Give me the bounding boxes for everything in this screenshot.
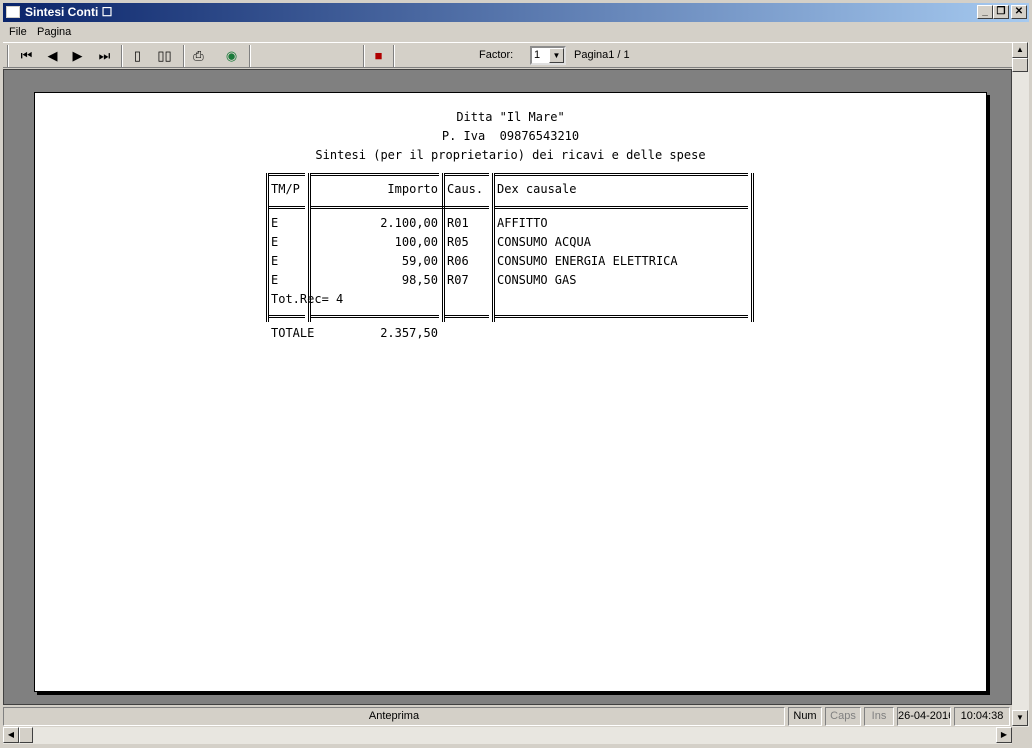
report-page: Ditta "Il Mare" P. Iva 09876543210 Sinte… bbox=[34, 92, 987, 692]
table-border bbox=[492, 173, 495, 322]
status-time: 10:04:38 bbox=[954, 707, 1010, 726]
horizontal-scroll-thumb[interactable] bbox=[19, 727, 33, 743]
cell-caus: R05 bbox=[447, 235, 469, 249]
cell-tmp: E bbox=[271, 235, 279, 249]
toolbar-separator bbox=[249, 45, 251, 67]
col-header-tmp: TM/P bbox=[271, 182, 300, 196]
page-indicator: Pagina1 / 1 bbox=[574, 49, 630, 61]
total-value: 2.357,50 bbox=[380, 326, 438, 340]
status-mode: Anteprima bbox=[3, 707, 785, 726]
cell-dex: AFFITTO bbox=[497, 216, 548, 230]
cell-dex: CONSUMO GAS bbox=[497, 273, 577, 287]
scroll-up-icon[interactable]: ▲ bbox=[1012, 42, 1028, 58]
menu-pagina[interactable]: Pagina bbox=[37, 23, 71, 42]
double-page-icon[interactable]: ▯▯ bbox=[153, 45, 176, 67]
cell-dex: CONSUMO ENERGIA ELETTRICA bbox=[497, 254, 678, 268]
table-border bbox=[269, 173, 305, 176]
cell-tmp: E bbox=[271, 216, 279, 230]
cell-tmp: E bbox=[271, 273, 279, 287]
report-title: Sintesi (per il proprietario) dei ricavi… bbox=[315, 148, 706, 162]
status-date: 26-04-2016 bbox=[897, 707, 951, 726]
table-border bbox=[495, 173, 748, 176]
factor-select[interactable]: 1 ▼ bbox=[530, 46, 566, 65]
vertical-scroll-thumb[interactable] bbox=[1012, 58, 1028, 72]
table-border bbox=[269, 315, 305, 318]
table-border bbox=[311, 173, 439, 176]
single-page-icon[interactable]: ▯ bbox=[126, 45, 149, 67]
minimize-button[interactable]: _ bbox=[977, 5, 993, 19]
status-num: Num bbox=[788, 707, 822, 726]
cell-importo: 2.100,00 bbox=[380, 216, 438, 230]
cell-importo: 98,50 bbox=[401, 273, 438, 287]
table-border bbox=[311, 206, 449, 209]
table-border bbox=[751, 173, 754, 322]
cell-tmp: E bbox=[271, 254, 279, 268]
cell-importo: 59,00 bbox=[401, 254, 438, 268]
table-border bbox=[442, 173, 445, 322]
table-border bbox=[445, 315, 489, 318]
cell-dex: CONSUMO ACQUA bbox=[497, 235, 591, 249]
vertical-scrollbar[interactable]: ▲ ▼ bbox=[1012, 42, 1029, 727]
scroll-right-icon[interactable]: ▶ bbox=[996, 727, 1012, 743]
col-header-importo: Importo bbox=[387, 182, 438, 196]
menu-bar: File Pagina bbox=[3, 23, 1029, 42]
cell-caus: R01 bbox=[447, 216, 469, 230]
chevron-down-icon[interactable]: ▼ bbox=[549, 48, 564, 63]
report-vat: P. Iva 09876543210 bbox=[441, 129, 580, 143]
scroll-down-icon[interactable]: ▼ bbox=[1012, 710, 1028, 726]
cell-importo: 100,00 bbox=[394, 235, 438, 249]
toolbar-separator bbox=[183, 45, 185, 67]
next-page-icon[interactable]: ▶ bbox=[66, 45, 89, 67]
toolbar-grip bbox=[7, 45, 9, 67]
title-bar[interactable]: Sintesi Conti ☐ _ ❐ ✕ bbox=[3, 3, 1029, 22]
print-icon[interactable]: ⎙ bbox=[187, 45, 210, 67]
factor-label: Factor: bbox=[479, 49, 514, 61]
window-title: Sintesi Conti ☐ bbox=[25, 5, 113, 19]
table-border bbox=[445, 173, 489, 176]
scroll-left-icon[interactable]: ◀ bbox=[3, 727, 19, 743]
prev-page-icon[interactable]: ◀ bbox=[41, 45, 64, 67]
col-header-caus: Caus. bbox=[447, 182, 484, 196]
last-page-icon[interactable]: ⏭ bbox=[93, 45, 116, 67]
cell-caus: R06 bbox=[447, 254, 469, 268]
maximize-button[interactable]: ❐ bbox=[993, 5, 1009, 19]
table-border bbox=[269, 206, 305, 209]
toolbar-separator bbox=[363, 45, 365, 67]
window-icon bbox=[6, 6, 20, 18]
report-company: Ditta "Il Mare" bbox=[456, 110, 565, 124]
first-page-icon[interactable]: ⏮ bbox=[15, 45, 38, 67]
col-header-dex: Dex causale bbox=[497, 182, 577, 196]
table-border bbox=[311, 315, 439, 318]
close-button[interactable]: ✕ bbox=[1011, 5, 1027, 19]
toolbar-separator bbox=[393, 45, 395, 67]
factor-value: 1 bbox=[534, 49, 541, 61]
table-border bbox=[445, 206, 489, 209]
table-border bbox=[495, 206, 748, 209]
table-border bbox=[495, 315, 748, 318]
exit-icon[interactable]: ■ bbox=[367, 45, 390, 67]
toolbar-separator bbox=[121, 45, 123, 67]
status-bar: Anteprima Num Caps Ins 26-04-2016 10:04:… bbox=[3, 706, 1012, 727]
table-border bbox=[266, 173, 269, 322]
total-label: TOTALE bbox=[271, 326, 315, 340]
status-ins: Ins bbox=[864, 707, 894, 726]
menu-file[interactable]: File bbox=[9, 23, 27, 42]
cell-caus: R07 bbox=[447, 273, 469, 287]
export-icon[interactable]: ◉ bbox=[220, 45, 243, 67]
toolbar: ⏮ ◀ ▶ ⏭ ▯ ▯▯ ⎙ ◉ ■ Factor: 1 ▼ Pagina1 /… bbox=[3, 42, 1013, 68]
preview-area[interactable]: Ditta "Il Mare" P. Iva 09876543210 Sinte… bbox=[3, 69, 1012, 705]
app-window: Sintesi Conti ☐ _ ❐ ✕ File Pagina ⏮ ◀ ▶ … bbox=[0, 0, 1032, 748]
record-count: Tot.Rec= 4 bbox=[271, 292, 344, 306]
horizontal-scrollbar[interactable]: ◀ ▶ bbox=[3, 727, 1012, 744]
status-caps: Caps bbox=[825, 707, 861, 726]
